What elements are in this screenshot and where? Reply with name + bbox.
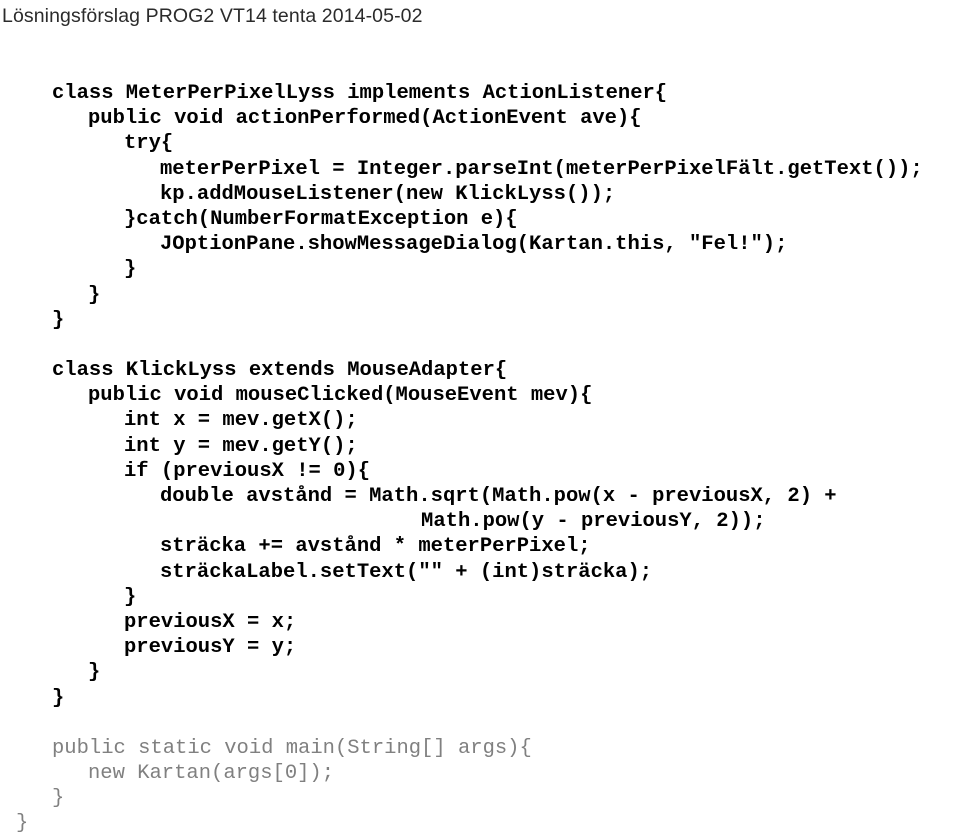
code-line: if (previousX != 0){ bbox=[124, 459, 371, 483]
code-line: JOptionPane.showMessageDialog(Kartan.thi… bbox=[160, 233, 788, 257]
code-line: public void actionPerformed(ActionEvent … bbox=[88, 107, 642, 131]
page-title: Lösningsförslag PROG2 VT14 tenta 2014-05… bbox=[2, 5, 423, 27]
code-line: } bbox=[52, 308, 65, 332]
code-line: } bbox=[88, 283, 101, 307]
code-line: } bbox=[52, 686, 65, 710]
code-line: sträcka += avstånd * meterPerPixel; bbox=[160, 535, 591, 559]
code-line: class MeterPerPixelLyss implements Actio… bbox=[52, 82, 668, 105]
code-line: previousX = x; bbox=[124, 610, 297, 634]
code-line: public void mouseClicked(MouseEvent mev)… bbox=[88, 384, 593, 408]
code-line: Math.pow(y - previousY, 2)); bbox=[52, 510, 766, 534]
code-line: previousY = y; bbox=[124, 636, 297, 660]
code-line: int x = mev.getX(); bbox=[124, 409, 358, 433]
code-line: class KlickLyss extends MouseAdapter{ bbox=[52, 359, 508, 383]
code-line: new Kartan(args[0]); bbox=[88, 762, 335, 786]
code-line: meterPerPixel = Integer.parseInt(meterPe… bbox=[160, 157, 923, 181]
code-line: public static void main(String[] args){ bbox=[52, 736, 532, 760]
code-line: } bbox=[52, 787, 65, 811]
code-line: } bbox=[124, 258, 137, 282]
code-line: kp.addMouseListener(new KlickLyss()); bbox=[160, 182, 616, 206]
document-page: Lösningsförslag PROG2 VT14 tenta 2014-05… bbox=[0, 0, 960, 835]
code-line: }catch(NumberFormatException e){ bbox=[124, 207, 518, 231]
code-line: } bbox=[88, 661, 101, 685]
code-listing: class MeterPerPixelLyss implements Actio… bbox=[0, 81, 960, 837]
code-line: double avstånd = Math.sqrt(Math.pow(x - … bbox=[160, 485, 837, 508]
code-line: int y = mev.getY(); bbox=[124, 434, 358, 458]
code-line: } bbox=[124, 585, 137, 609]
code-line: try{ bbox=[124, 132, 174, 156]
code-line: sträckaLabel.setText("" + (int)sträcka); bbox=[160, 560, 653, 584]
code-line-closing-brace: } bbox=[16, 812, 29, 836]
document-header: Lösningsförslag PROG2 VT14 tenta 2014-05… bbox=[2, 3, 942, 33]
